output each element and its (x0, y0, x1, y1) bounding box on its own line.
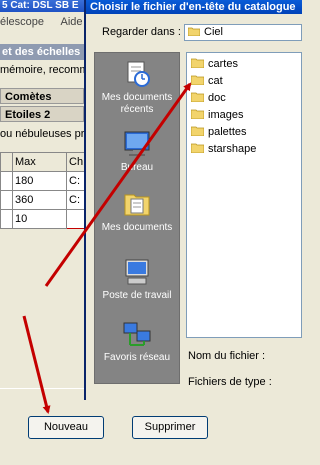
place-desktop[interactable]: Bureau (95, 129, 179, 174)
background-memory-text: mémoire, recomma (0, 64, 86, 76)
place-label: Mes documents (101, 222, 173, 233)
table-header-row: Max Ch (0, 152, 87, 172)
list-item[interactable]: doc (191, 91, 226, 105)
place-label: Bureau (120, 162, 154, 173)
network-places-icon (123, 322, 151, 346)
place-label: Favoris réseau (103, 352, 171, 363)
folder-name: images (208, 109, 244, 121)
file-open-dialog: Choisir le fichier d'en-tête du catalogu… (84, 0, 302, 400)
recent-documents-icon (127, 61, 150, 87)
folder-icon (188, 27, 200, 36)
background-menubar: élescope Aide (0, 12, 86, 32)
background-window-title: 5 Cat: DSL SB E (0, 0, 88, 12)
folder-name: starshape (208, 143, 257, 155)
folder-icon (191, 92, 204, 102)
table-row[interactable]: 360 C: (0, 190, 87, 210)
table-cell[interactable]: 10 (12, 209, 67, 229)
file-list[interactable]: cartes cat doc images palettes starshape (186, 52, 302, 338)
new-button[interactable]: Nouveau (28, 416, 104, 439)
table-cell[interactable]: 360 (12, 190, 67, 210)
table-header-cell: Max (12, 152, 67, 172)
folder-icon (191, 75, 204, 85)
table-cell[interactable]: 180 (12, 171, 67, 191)
my-computer-icon (125, 259, 149, 285)
delete-button[interactable]: Supprimer (132, 416, 208, 439)
folder-icon (191, 143, 204, 153)
place-network[interactable]: Favoris réseau (95, 319, 179, 364)
tab-etoiles-2[interactable]: Etoiles 2 (0, 106, 84, 122)
place-my-documents[interactable]: Mes documents (95, 189, 179, 234)
list-item[interactable]: images (191, 108, 243, 122)
folder-name: cat (208, 75, 223, 87)
look-in-value: Ciel (204, 26, 223, 38)
places-bar: Mes documents récents Bureau Mes documen… (94, 52, 180, 384)
file-type-label: Fichiers de type : (188, 376, 272, 388)
dialog-title: Choisir le fichier d'en-tête du catalogu… (86, 0, 302, 14)
place-recent-documents[interactable]: Mes documents récents (95, 59, 179, 116)
look-in-dropdown[interactable]: Ciel (184, 24, 302, 41)
catalog-table: Max Ch 180 C: 360 C: 10 (0, 152, 87, 229)
menu-help[interactable]: Aide (61, 16, 83, 28)
folder-name: cartes (208, 58, 238, 70)
folder-icon (191, 58, 204, 68)
list-item[interactable]: palettes (191, 125, 247, 139)
folder-name: palettes (208, 126, 247, 138)
my-documents-icon (124, 194, 150, 216)
list-item[interactable]: cartes (191, 57, 238, 71)
folder-name: doc (208, 92, 226, 104)
background-nebula-text: ou nébuleuses pr (0, 128, 85, 140)
desktop-icon (124, 131, 150, 156)
list-item[interactable]: starshape (191, 142, 256, 156)
table-cell[interactable] (0, 171, 13, 191)
folder-icon (191, 109, 204, 119)
folder-icon (191, 126, 204, 136)
menu-telescope[interactable]: élescope (0, 16, 44, 28)
place-label: Poste de travail (102, 290, 172, 301)
table-cell[interactable] (0, 209, 13, 229)
place-label: Mes documents récents (101, 92, 173, 115)
background-panel-header: et des échelles (0, 44, 88, 60)
table-row[interactable]: 10 (0, 209, 87, 229)
place-my-computer[interactable]: Poste de travail (95, 257, 179, 302)
file-name-label: Nom du fichier : (188, 350, 266, 362)
table-row[interactable]: 180 C: (0, 171, 87, 191)
look-in-label: Regarder dans : (102, 26, 181, 38)
table-cell[interactable] (0, 190, 13, 210)
tab-cometes[interactable]: Comètes (0, 88, 84, 104)
list-item[interactable]: cat (191, 74, 223, 88)
table-header-cell (0, 152, 13, 172)
